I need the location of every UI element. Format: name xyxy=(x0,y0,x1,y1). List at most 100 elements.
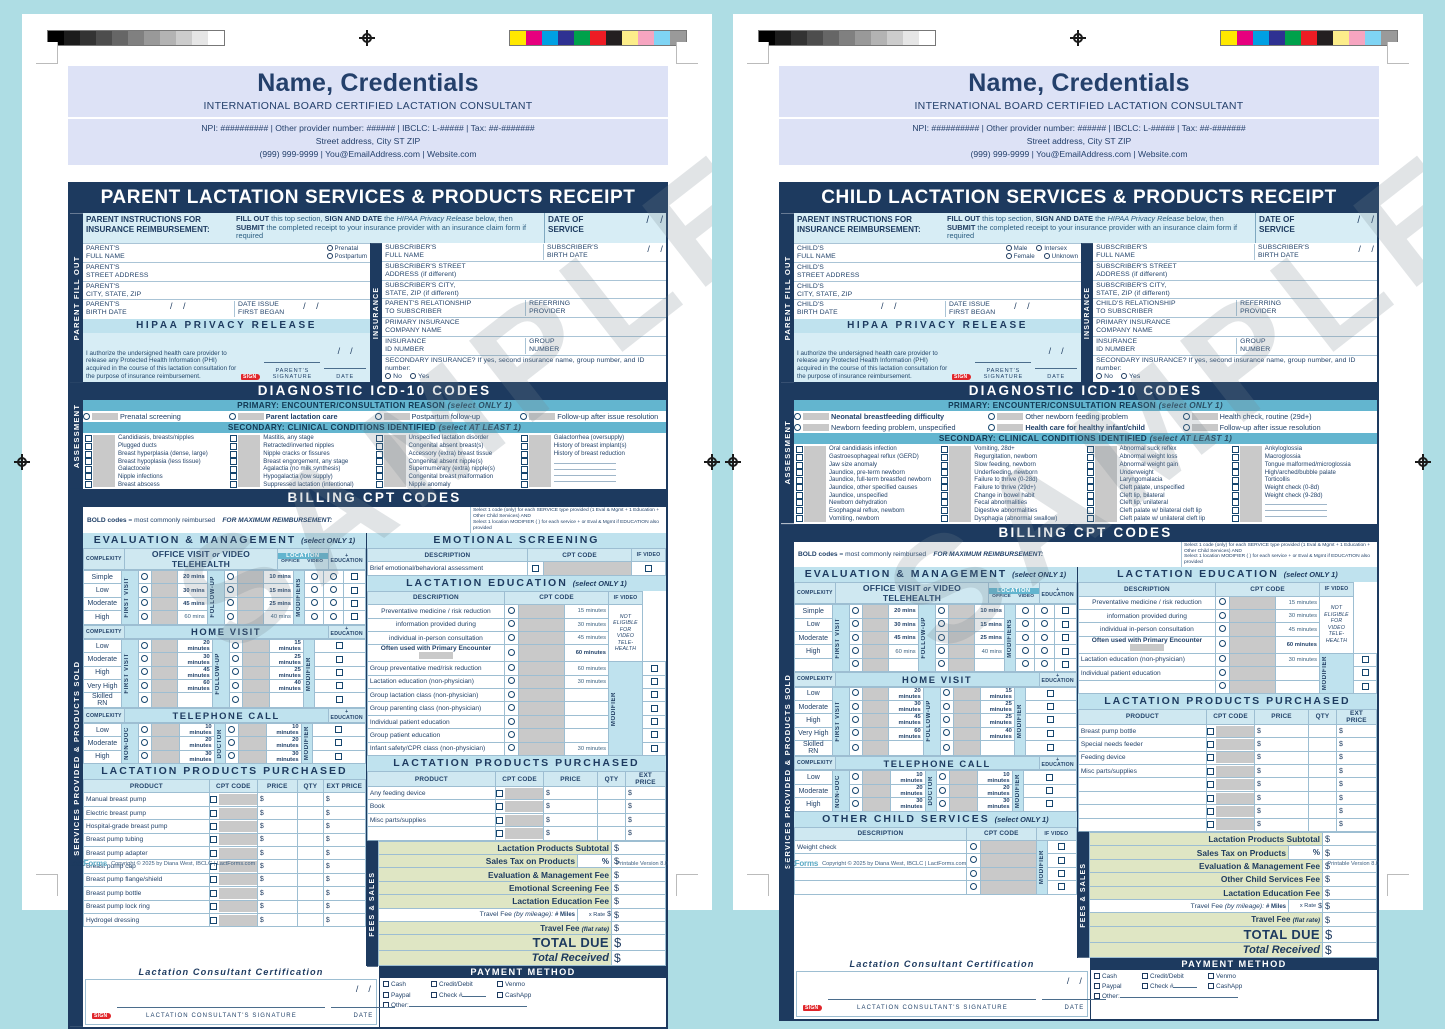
checkbox-option[interactable] xyxy=(650,718,658,726)
radio-option[interactable] xyxy=(988,424,996,432)
icd-secondary-item[interactable]: Nipple anomaly xyxy=(409,481,495,489)
checkbox-option[interactable] xyxy=(941,507,949,515)
checkbox-option[interactable] xyxy=(1207,794,1214,802)
education-code-blank[interactable] xyxy=(1229,652,1276,668)
radio-option[interactable] xyxy=(969,842,977,850)
icd-secondary-item[interactable]: Change in bowel habit xyxy=(974,492,1057,500)
education-radio[interactable] xyxy=(1215,608,1230,624)
product-price[interactable]: $ xyxy=(256,886,298,901)
field-date-issue-began[interactable]: DATE ISSUE FIRST BEGAN xyxy=(234,301,303,318)
follow-up-code-blank[interactable] xyxy=(948,770,978,785)
first-visit-code-blank[interactable] xyxy=(861,617,889,632)
follow-up-radio-cell[interactable] xyxy=(224,722,239,738)
plus-education-checkbox[interactable] xyxy=(343,569,366,585)
education-radio[interactable] xyxy=(1215,652,1230,668)
radio-option[interactable] xyxy=(310,612,318,620)
first-visit-code-blank[interactable] xyxy=(150,652,179,667)
icd-secondary-item[interactable]: Slow feeding, newborn xyxy=(974,461,1057,469)
icd-secondary-item[interactable]: Breast hyperplasia (dense, large) xyxy=(118,450,208,458)
plus-education-checkbox[interactable] xyxy=(343,610,366,625)
first-visit-radio-cell[interactable] xyxy=(848,630,863,646)
education-radio[interactable] xyxy=(1215,635,1230,654)
secondary-yes-radio[interactable] xyxy=(1121,373,1128,380)
plus-education-checkbox[interactable] xyxy=(311,749,366,765)
checkbox-option[interactable] xyxy=(1046,800,1054,808)
education-code-blank[interactable] xyxy=(1229,608,1276,624)
pay-other[interactable]: Other: xyxy=(383,1001,527,1009)
field-primary-insurance[interactable]: PRIMARY INSURANCE COMPANY NAME xyxy=(1093,317,1377,336)
education-code-blank[interactable] xyxy=(1229,635,1276,654)
checkbox-option[interactable] xyxy=(375,480,383,488)
checkbox-option[interactable] xyxy=(1061,620,1069,628)
radio-option[interactable] xyxy=(943,689,951,697)
first-visit-code-blank[interactable] xyxy=(861,699,890,715)
checkbox-option[interactable] xyxy=(335,752,343,760)
checkbox-option[interactable] xyxy=(230,480,238,488)
product-name[interactable]: Feeding device xyxy=(1077,750,1208,766)
checkbox-option[interactable] xyxy=(1207,740,1214,748)
checkbox-option[interactable] xyxy=(350,613,358,621)
radio-option[interactable] xyxy=(228,738,236,746)
radio-option[interactable] xyxy=(227,612,235,620)
checkbox-option[interactable] xyxy=(209,849,217,857)
follow-up-radio-cell[interactable] xyxy=(224,749,239,765)
checkbox-option[interactable] xyxy=(230,465,238,473)
icd-secondary-item[interactable]: Breast engorgement, any stage xyxy=(263,458,353,466)
product-name[interactable]: Manual breast pump xyxy=(83,792,210,807)
icd-secondary-item[interactable]: Abnormal weight gain xyxy=(1120,461,1206,469)
follow-up-code-blank[interactable] xyxy=(237,736,267,751)
radio-option[interactable] xyxy=(1219,668,1226,676)
checkbox-option[interactable] xyxy=(1231,469,1239,477)
radio-option[interactable] xyxy=(852,606,860,614)
follow-up-code-blank[interactable] xyxy=(948,797,978,812)
product-price[interactable]: $ xyxy=(256,819,298,834)
product-cpt-cell[interactable] xyxy=(1206,790,1255,806)
icd-secondary-item[interactable]: High/arched/bubble palate xyxy=(1265,469,1351,477)
radio-option[interactable] xyxy=(508,648,515,656)
checkbox-option[interactable] xyxy=(335,726,343,734)
location-office-radio[interactable] xyxy=(1014,644,1036,659)
emotional-checkbox[interactable] xyxy=(527,561,544,576)
icd-secondary-item[interactable]: Torticollis xyxy=(1265,476,1351,484)
checkbox-option[interactable] xyxy=(209,809,217,817)
checkbox-option[interactable] xyxy=(496,789,503,797)
checkbox-option[interactable] xyxy=(941,446,949,454)
product-ext-price[interactable]: $ xyxy=(322,845,366,861)
radio-option[interactable] xyxy=(969,882,977,890)
video-checkbox[interactable] xyxy=(1353,652,1377,668)
icd-secondary-item[interactable]: Tongue malformed/microglossia xyxy=(1265,461,1351,469)
certification-signature-area[interactable]: SIGN LACTATION CONSULTANT'S SIGNATURE / … xyxy=(796,970,1107,1017)
field-date-issue-began[interactable]: DATE ISSUE FIRST BEGAN xyxy=(945,301,1014,318)
radio-option[interactable] xyxy=(141,738,149,746)
field-referring-provider[interactable]: REFERRING PROVIDER xyxy=(525,300,663,317)
product-ext-price[interactable]: $ xyxy=(322,819,366,834)
icd-primary-option[interactable]: Prenatal screening xyxy=(83,412,229,421)
radio-option[interactable] xyxy=(232,695,240,703)
product-name[interactable]: Hospital-grade breast pump xyxy=(83,819,210,834)
other-service-code-blank[interactable] xyxy=(979,880,1037,895)
icd-primary-option[interactable]: Follow-up after issue resolution xyxy=(520,412,666,421)
first-visit-code-blank[interactable] xyxy=(150,665,179,681)
first-visit-code-blank[interactable] xyxy=(861,783,891,799)
checkbox-option[interactable] xyxy=(336,682,344,690)
total-received-amount[interactable]: $ xyxy=(611,950,666,967)
product-cpt-cell[interactable] xyxy=(208,819,258,834)
education-radio[interactable] xyxy=(504,688,519,703)
radio-option[interactable] xyxy=(508,664,515,671)
checkbox-option[interactable] xyxy=(209,836,217,844)
follow-up-code-blank[interactable] xyxy=(237,722,267,738)
education-code-blank[interactable] xyxy=(518,604,565,619)
product-price[interactable]: $ xyxy=(256,832,298,848)
follow-up-radio-cell[interactable] xyxy=(934,657,949,673)
plus-education-checkbox[interactable] xyxy=(1024,713,1077,728)
radio-option[interactable] xyxy=(1041,606,1049,614)
icd-secondary-item[interactable]: Congenital breast malformation xyxy=(409,473,495,481)
product-cpt-cell[interactable] xyxy=(1206,723,1255,739)
follow-up-radio-cell[interactable] xyxy=(228,652,243,667)
icd-secondary-item[interactable]: Nipple cracks or fissures xyxy=(263,450,353,458)
product-name[interactable] xyxy=(1077,817,1208,833)
checkbox-option[interactable] xyxy=(1207,727,1214,735)
checkbox-option[interactable] xyxy=(1207,754,1214,762)
pay-check[interactable]: Check # xyxy=(431,991,497,1001)
radio-option[interactable] xyxy=(227,572,235,580)
